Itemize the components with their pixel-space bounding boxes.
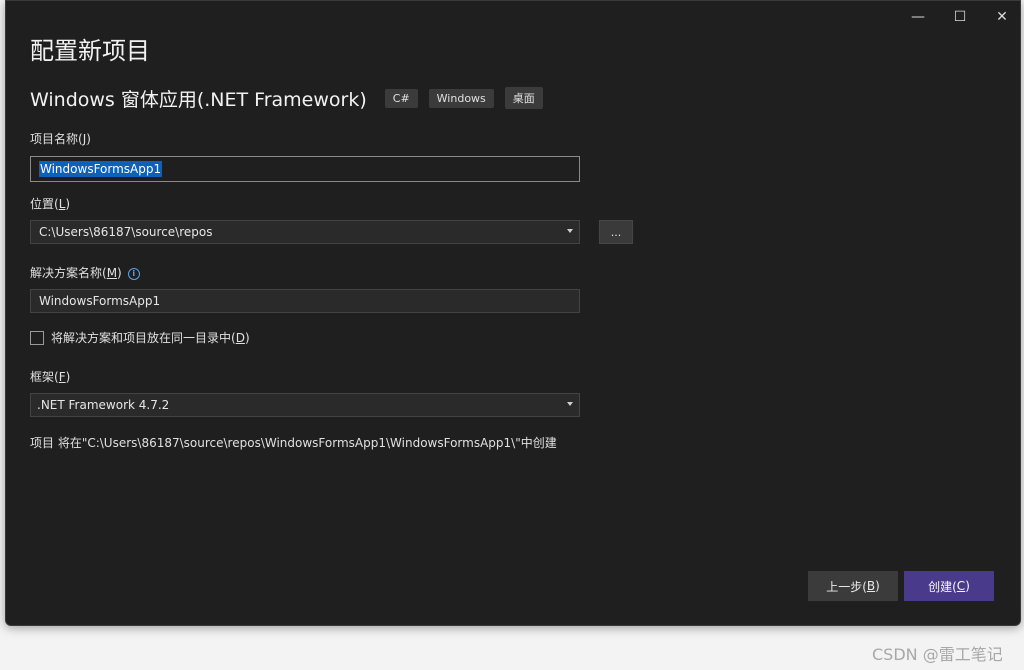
back-button[interactable]: 上一步(B) xyxy=(808,571,898,601)
create-button[interactable]: 创建(C) xyxy=(904,571,994,601)
location-label: 位置(L) xyxy=(30,197,71,211)
solution-name-input[interactable]: WindowsFormsApp1 xyxy=(30,289,580,313)
location-combobox[interactable]: C:\Users\86187\source\repos xyxy=(30,220,580,244)
solution-name-label: 解决方案名称(M) i xyxy=(30,264,140,281)
template-name: Windows 窗体应用(.NET Framework) xyxy=(30,88,367,111)
framework-label: 框架(F) xyxy=(30,370,71,384)
same-directory-option[interactable]: 将解决方案和项目放在同一目录中(D) xyxy=(30,329,250,346)
tag-platform: Windows xyxy=(428,88,494,108)
maximize-icon[interactable]: ☐ xyxy=(940,3,980,31)
tag-type: 桌面 xyxy=(504,87,543,109)
project-path-note: 项目 将在"C:\Users\86187\source\repos\Window… xyxy=(30,436,557,450)
framework-select[interactable]: .NET Framework 4.7.2 xyxy=(30,393,580,417)
project-name-value: WindowsFormsApp1 xyxy=(39,161,163,177)
chevron-down-icon[interactable] xyxy=(567,229,573,233)
dialog-window: — ☐ ✕ 配置新项目 Windows 窗体应用(.NET Framework)… xyxy=(5,0,1021,626)
solution-name-value: WindowsFormsApp1 xyxy=(39,294,161,308)
browse-button[interactable]: ... xyxy=(599,220,633,244)
framework-value: .NET Framework 4.7.2 xyxy=(37,398,170,412)
project-name-input[interactable]: WindowsFormsApp1 xyxy=(30,156,580,182)
same-directory-label: 将解决方案和项目放在同一目录中(D) xyxy=(51,331,250,345)
chevron-down-icon[interactable] xyxy=(567,402,573,406)
watermark: CSDN @雷工笔记 xyxy=(872,645,1003,664)
location-value: C:\Users\86187\source\repos xyxy=(39,225,213,239)
tag-language: C# xyxy=(384,88,418,108)
same-directory-checkbox[interactable] xyxy=(30,330,44,345)
template-header: Windows 窗体应用(.NET Framework) C# Windows … xyxy=(30,85,554,111)
minimize-icon[interactable]: — xyxy=(898,3,938,31)
project-name-label: 项目名称(J) xyxy=(30,132,91,146)
info-icon[interactable]: i xyxy=(127,267,140,280)
close-icon[interactable]: ✕ xyxy=(982,3,1022,31)
page-title: 配置新项目 xyxy=(30,37,150,65)
